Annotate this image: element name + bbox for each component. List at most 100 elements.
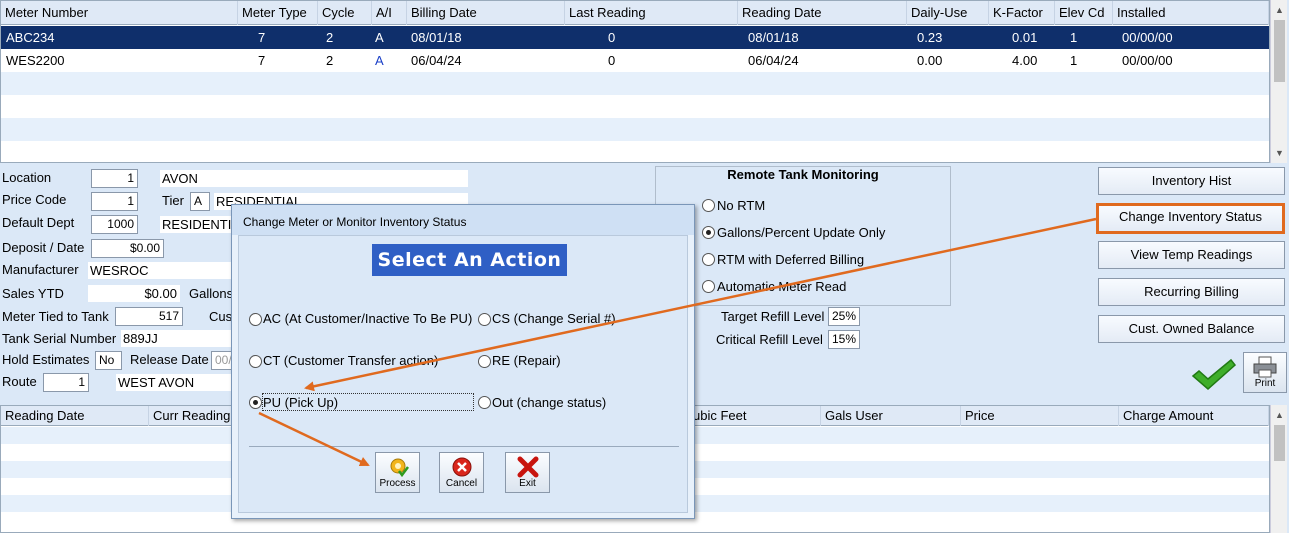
target-refill-input[interactable]: 25% (828, 307, 860, 326)
checkmark-icon[interactable] (1191, 358, 1237, 392)
reading-grid-scrollbar[interactable]: ▲ (1270, 405, 1287, 533)
divider (249, 446, 679, 447)
critical-refill-input[interactable]: 15% (828, 330, 860, 349)
cell-k-factor: 0.01 (1012, 30, 1038, 45)
rtm-option-radio[interactable] (702, 253, 715, 266)
cell-cycle: 2 (326, 30, 334, 45)
meter-grid-scrollbar[interactable]: ▲ ▼ (1270, 0, 1287, 163)
table-row[interactable]: WES2200 7 2 A 06/04/24 0 06/04/24 0.00 4… (1, 49, 1269, 72)
col-price[interactable]: Price (961, 406, 1119, 426)
action-option[interactable]: AC (At Customer/Inactive To Be PU) (263, 311, 472, 326)
sales-ytd-value: $0.00 (88, 285, 180, 302)
action-radio[interactable] (478, 313, 491, 326)
deposit-input[interactable]: $0.00 (91, 239, 164, 258)
default-dept-input[interactable]: 1000 (91, 215, 138, 234)
exit-icon (517, 456, 538, 478)
col-installed[interactable]: Installed (1113, 1, 1269, 25)
scroll-up-icon[interactable]: ▲ (1271, 407, 1288, 423)
scroll-up-icon[interactable]: ▲ (1271, 2, 1288, 18)
cell-installed: 00/00/00 (1122, 30, 1173, 45)
cust-owned-balance-button[interactable]: Cust. Owned Balance (1098, 315, 1285, 343)
col-cycle[interactable]: Cycle (318, 1, 372, 25)
scroll-thumb[interactable] (1274, 425, 1285, 461)
location-code-input[interactable]: 1 (91, 169, 138, 188)
action-radio[interactable] (249, 313, 262, 326)
printer-icon (1253, 356, 1277, 378)
cell-elev-cd: 1 (1070, 53, 1078, 68)
tank-serial-value: 889JJ (121, 330, 232, 347)
dialog-banner: Select An Action (372, 244, 567, 276)
cell-billing-date: 08/01/18 (411, 30, 462, 45)
scroll-down-icon[interactable]: ▼ (1271, 145, 1288, 161)
cell-meter-type: 7 (258, 30, 266, 45)
rtm-title: Remote Tank Monitoring (727, 167, 879, 182)
hold-estimates-input[interactable]: No (95, 351, 122, 370)
col-cubic-feet[interactable]: ubic Feet (689, 406, 821, 426)
sales-ytd-label: Sales YTD (2, 286, 64, 301)
release-date-label: Release Date (130, 352, 209, 367)
inventory-hist-button[interactable]: Inventory Hist (1098, 167, 1285, 195)
cancel-icon (452, 457, 471, 477)
release-date-input[interactable]: 00/ (211, 351, 232, 370)
meter-grid[interactable]: Meter Number Meter Type Cycle A/I Billin… (0, 0, 1270, 163)
table-row[interactable]: ABC234 7 2 A 08/01/18 0 08/01/18 0.23 0.… (1, 26, 1269, 49)
col-ai[interactable]: A/I (372, 1, 407, 25)
process-button[interactable]: Process (375, 452, 420, 493)
scroll-thumb[interactable] (1274, 20, 1285, 82)
price-code-input[interactable]: 1 (91, 192, 138, 211)
rtm-option-radio[interactable] (702, 199, 715, 212)
meter-tied-input[interactable]: 517 (115, 307, 183, 326)
col-reading-date[interactable]: Reading Date (738, 1, 907, 25)
route-input[interactable]: 1 (43, 373, 89, 392)
cancel-button[interactable]: Cancel (439, 452, 484, 493)
default-dept-label: Default Dept (2, 215, 75, 230)
cell-last-reading: 0 (608, 30, 616, 45)
deposit-label: Deposit / Date (2, 240, 85, 255)
col-gals-user[interactable]: Gals User (821, 406, 961, 426)
cell-billing-date: 06/04/24 (411, 53, 462, 68)
col-meter-type[interactable]: Meter Type (238, 1, 318, 25)
recurring-billing-button[interactable]: Recurring Billing (1098, 278, 1285, 306)
col-meter-number[interactable]: Meter Number (1, 1, 238, 25)
exit-button[interactable]: Exit (505, 452, 550, 493)
action-option[interactable]: PU (Pick Up) (263, 395, 338, 410)
rtm-panel: Remote Tank Monitoring No RTM Gallons/Pe… (655, 166, 951, 306)
empty-row (1, 95, 1269, 118)
manufacturer-label: Manufacturer (2, 262, 79, 277)
col-elev-cd[interactable]: Elev Cd (1055, 1, 1113, 25)
col-last-reading[interactable]: Last Reading (565, 1, 738, 25)
action-option[interactable]: RE (Repair) (492, 353, 561, 368)
cell-elev-cd: 1 (1070, 30, 1078, 45)
change-inventory-status-button[interactable]: Change Inventory Status (1096, 203, 1285, 234)
rtm-option-label[interactable]: Gallons/Percent Update Only (717, 225, 885, 240)
col-k-factor[interactable]: K-Factor (989, 1, 1055, 25)
location-name: AVON (160, 170, 468, 187)
action-radio[interactable] (478, 355, 491, 368)
cell-k-factor: 4.00 (1012, 53, 1038, 68)
rtm-option-radio[interactable] (702, 226, 715, 239)
empty-row (1, 141, 1269, 162)
col-billing-date[interactable]: Billing Date (407, 1, 565, 25)
tier-input[interactable]: A (190, 192, 210, 211)
col-charge-amount[interactable]: Charge Amount (1119, 406, 1269, 426)
print-button[interactable]: Print (1243, 352, 1287, 393)
empty-row (1, 72, 1269, 95)
process-icon (390, 458, 409, 478)
rtm-option-label[interactable]: RTM with Deferred Billing (717, 252, 864, 267)
col-curr-reading[interactable]: Curr Reading (149, 406, 233, 426)
action-radio[interactable] (249, 396, 262, 409)
col-reading-date[interactable]: Reading Date (1, 406, 149, 426)
action-option[interactable]: CS (Change Serial #) (492, 311, 616, 326)
action-radio[interactable] (249, 355, 262, 368)
action-option[interactable]: CT (Customer Transfer action) (263, 353, 438, 368)
rtm-option-label[interactable]: Automatic Meter Read (717, 279, 846, 294)
view-temp-readings-button[interactable]: View Temp Readings (1098, 241, 1285, 269)
action-radio[interactable] (478, 396, 491, 409)
rtm-option-label[interactable]: No RTM (717, 198, 765, 213)
rtm-option-radio[interactable] (702, 280, 715, 293)
default-dept-name: RESIDENTIA (160, 216, 241, 233)
gallons-label: Gallons (189, 286, 234, 301)
route-label: Route (2, 374, 37, 389)
action-option[interactable]: Out (change status) (492, 395, 606, 410)
col-daily-use[interactable]: Daily-Use (907, 1, 989, 25)
